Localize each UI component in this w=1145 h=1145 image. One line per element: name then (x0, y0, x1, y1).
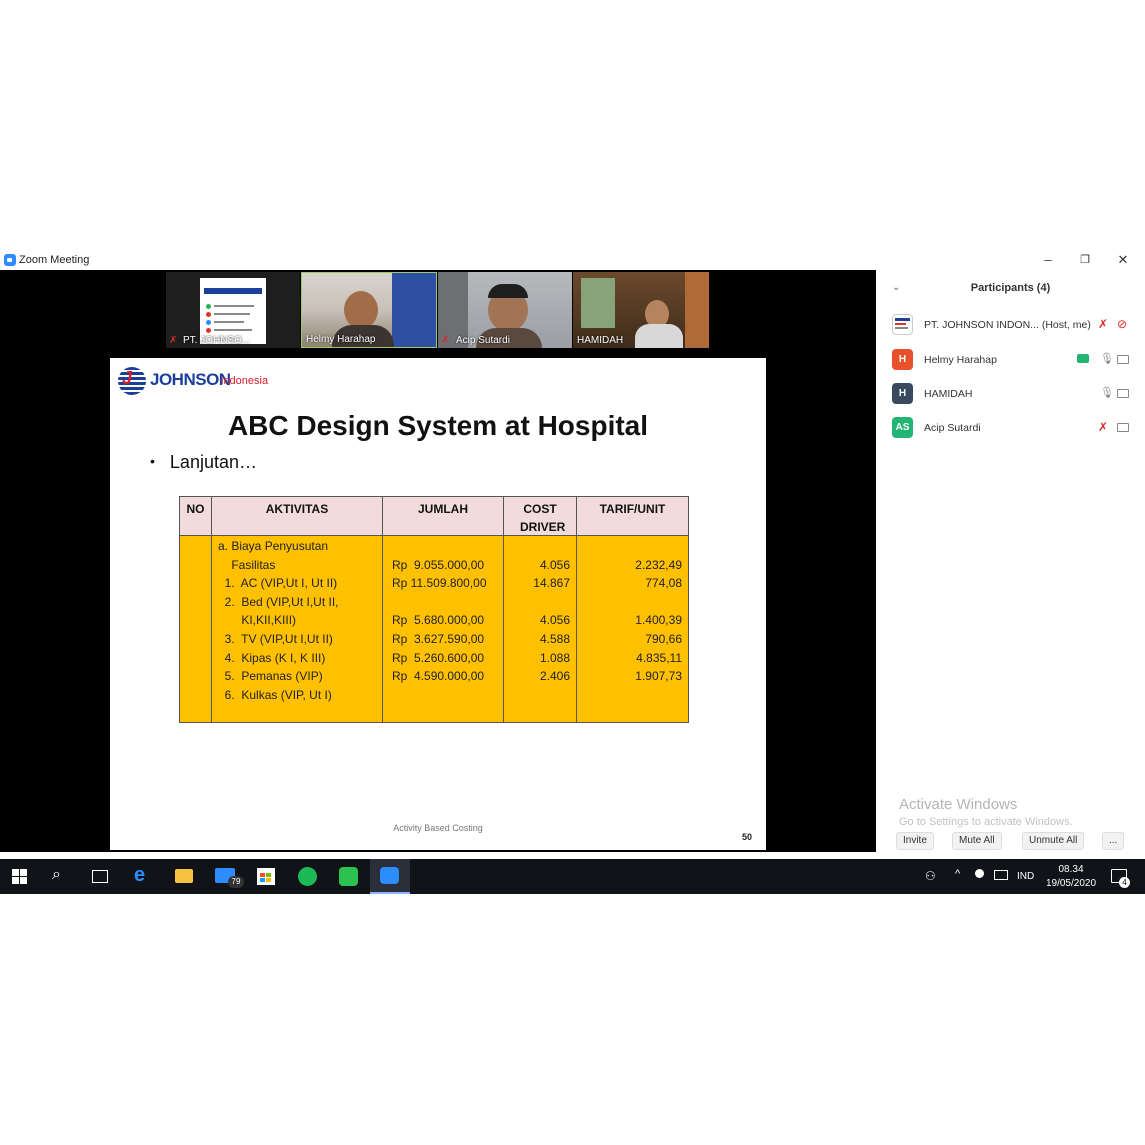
tray-chevron-icon[interactable]: ^ (955, 868, 960, 880)
windows-taskbar (0, 859, 1145, 894)
header-cost-driver: COST DRIVER (520, 502, 566, 534)
search-icon[interactable]: ⌕ (52, 866, 61, 884)
participant-row[interactable]: AS Acip Sutardi ✗ (876, 413, 1145, 443)
language-indicator[interactable]: IND (1017, 871, 1034, 882)
video-off-icon[interactable]: ⊘ (1117, 317, 1127, 331)
video-thumbnail-acip[interactable]: ✗ Acip Sutardi (438, 272, 572, 348)
minimize-button[interactable]: – (1030, 250, 1066, 270)
participant-name: Acip Sutardi (924, 422, 981, 434)
restore-button[interactable]: ❐ (1067, 250, 1103, 270)
spotify-icon[interactable] (298, 867, 317, 886)
clock-date[interactable]: 19/05/2020 (1044, 878, 1098, 889)
store-icon[interactable] (257, 868, 275, 885)
participant-name: HAMIDAH (924, 388, 973, 400)
clock-time[interactable]: 08.34 (1048, 864, 1094, 875)
logo-subtext: indonesia (221, 375, 269, 387)
avatar: H (892, 383, 913, 404)
webcam-tray-icon[interactable] (975, 869, 984, 878)
thumbnail-name: HAMIDAH (577, 335, 624, 346)
mail-badge: 79 (228, 876, 244, 888)
activate-windows-subtitle: Go to Settings to activate Windows. (899, 816, 1073, 828)
participant-row[interactable]: H HAMIDAH 🎙 (876, 379, 1145, 409)
mic-icon[interactable]: 🎙 (1100, 352, 1114, 365)
slide-footer: Activity Based Costing (393, 823, 483, 833)
video-icon[interactable] (1117, 389, 1129, 398)
tarif-unit-cell: 2.232,49 774,08 1.400,39 790,66 4.835,11… (635, 557, 682, 684)
muted-mic-icon: ✗ (169, 335, 178, 346)
title-bar: Zoom Meeting – ❐ ✕ (0, 250, 1145, 270)
activate-windows-title: Activate Windows (899, 796, 1018, 813)
notification-count: 4 (1119, 877, 1130, 888)
video-thumbnail-johnson[interactable]: ✗ PT. JOHNSO... (166, 272, 300, 348)
zoom-taskbar-item[interactable] (370, 859, 410, 894)
slide-bullet: • Lanjutan… (150, 452, 257, 472)
header-aktivitas: AKTIVITAS (265, 502, 329, 516)
header-tarif-unit: TARIF/UNIT (599, 502, 666, 516)
zoom-logo-icon (4, 254, 16, 266)
participant-row[interactable]: H Helmy Harahap 🎙 (876, 345, 1145, 375)
mute-all-button[interactable]: Mute All (952, 832, 1002, 850)
logo-j-mark: J (122, 368, 133, 388)
line-app-icon[interactable] (339, 867, 358, 886)
thumbnail-name: Helmy Harahap (306, 334, 376, 345)
windows-start-icon[interactable] (12, 869, 27, 884)
video-thumbnail-helmy[interactable]: Helmy Harahap (301, 272, 437, 348)
muted-mic-icon[interactable]: ✗ (1098, 317, 1108, 331)
column-divider (211, 497, 212, 722)
abc-table: NO AKTIVITAS JUMLAH COST DRIVER TARIF/UN… (179, 496, 689, 723)
bullet-text: Lanjutan… (169, 452, 257, 472)
network-icon[interactable] (994, 870, 1008, 880)
invite-button[interactable]: Invite (896, 832, 934, 850)
thumbnail-name: Acip Sutardi (456, 335, 510, 346)
participant-name: Helmy Harahap (924, 354, 997, 366)
avatar: H (892, 349, 913, 370)
video-thumbnail-hamidah[interactable]: HAMIDAH (573, 272, 709, 348)
task-view-icon[interactable] (92, 870, 108, 883)
video-icon[interactable] (1117, 423, 1129, 432)
video-icon[interactable] (1117, 355, 1129, 364)
table-divider (180, 535, 688, 536)
more-button[interactable]: ... (1102, 832, 1125, 850)
muted-mic-icon: ✗ (441, 335, 450, 346)
participants-panel: ⌄ Participants (4) PT. JOHNSON INDON... … (876, 270, 1145, 860)
avatar (892, 314, 913, 335)
mic-icon[interactable]: 🎙 (1100, 386, 1114, 399)
screen-share-icon (1077, 354, 1089, 363)
close-button[interactable]: ✕ (1105, 250, 1141, 270)
thumbnail-name: PT. JOHNSO... (183, 335, 251, 346)
cost-driver-cell: 4.056 14.867 4.056 4.588 1.088 2.406 (533, 557, 570, 684)
people-icon[interactable]: ⚇ (925, 869, 936, 883)
participant-name: PT. JOHNSON INDON... (Host, me) (924, 319, 1091, 331)
column-divider (382, 497, 383, 722)
participant-row[interactable]: PT. JOHNSON INDON... (Host, me) ✗ ⊘ (876, 310, 1145, 340)
header-jumlah: JUMLAH (418, 502, 468, 516)
file-explorer-icon[interactable] (175, 869, 193, 883)
header-no: NO (186, 502, 205, 516)
muted-mic-icon[interactable]: ✗ (1098, 420, 1108, 434)
avatar: AS (892, 417, 913, 438)
unmute-all-button[interactable]: Unmute All (1022, 832, 1085, 850)
window-title: Zoom Meeting (19, 254, 90, 266)
slide-page-number: 50 (742, 832, 753, 842)
slide-title: ABC Design System at Hospital (227, 410, 649, 441)
edge-browser-icon[interactable]: e (134, 864, 145, 887)
aktivitas-cell: a. Biaya Penyusutan Fasilitas 1. AC (VIP… (218, 539, 339, 702)
logo-text: JOHNSON (150, 370, 231, 389)
shared-slide: J JOHNSON indonesia ABC Design System at… (110, 358, 766, 850)
jumlah-cell: Rp 9.055.000,00 Rp 11.509.800,00 Rp 5.68… (392, 557, 487, 684)
participants-title: Participants (4) (970, 282, 1051, 294)
